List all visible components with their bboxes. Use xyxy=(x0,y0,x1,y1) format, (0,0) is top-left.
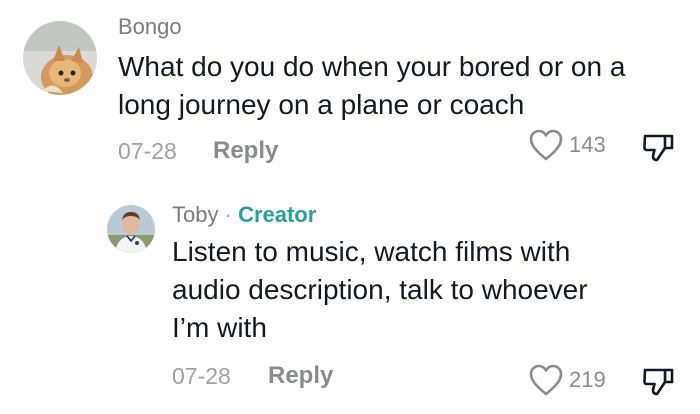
reply-button[interactable]: Reply xyxy=(268,362,333,390)
thumbs-down-icon xyxy=(643,368,674,396)
avatar[interactable] xyxy=(107,205,155,253)
comment-text: What do you do when your bored or on a l… xyxy=(118,48,688,124)
username-label[interactable]: Toby xyxy=(172,202,218,227)
username-separator: · xyxy=(218,202,238,227)
comment-line: audio description, talk to whoever xyxy=(172,274,588,305)
creator-badge: Creator xyxy=(238,202,317,227)
dislike-button[interactable] xyxy=(641,364,675,398)
like-count: 143 xyxy=(569,132,606,157)
like-button[interactable] xyxy=(528,363,564,397)
comment-date: 07-28 xyxy=(118,138,177,164)
like-count: 219 xyxy=(569,367,606,392)
comment-line: long journey on a plane or coach xyxy=(118,89,525,120)
comment-item: Bongo What do you do when your bored or … xyxy=(0,0,700,180)
separator-dot: · xyxy=(224,202,232,227)
comment-line: What do you do when your bored or on a xyxy=(118,51,626,82)
comment-username[interactable]: Toby · Creator xyxy=(172,202,316,228)
thumbs-down-icon xyxy=(643,134,674,162)
heart-icon xyxy=(529,129,563,161)
comment-line: Listen to music, watch films with xyxy=(172,236,571,267)
reply-comment-item: Toby · Creator Listen to music, watch fi… xyxy=(0,180,700,414)
username-label[interactable]: Bongo xyxy=(118,14,182,39)
comment-date: 07-28 xyxy=(172,363,231,389)
dislike-button[interactable] xyxy=(641,130,675,164)
like-button[interactable] xyxy=(528,128,564,162)
heart-icon xyxy=(529,364,563,396)
person-avatar-icon xyxy=(107,205,155,253)
avatar[interactable] xyxy=(23,21,97,95)
reply-button[interactable]: Reply xyxy=(213,137,278,165)
cat-avatar-icon xyxy=(23,21,97,95)
comment-username[interactable]: Bongo xyxy=(118,14,182,40)
comment-line: I’m with xyxy=(172,312,267,343)
comment-text: Listen to music, watch films with audio … xyxy=(172,233,692,347)
